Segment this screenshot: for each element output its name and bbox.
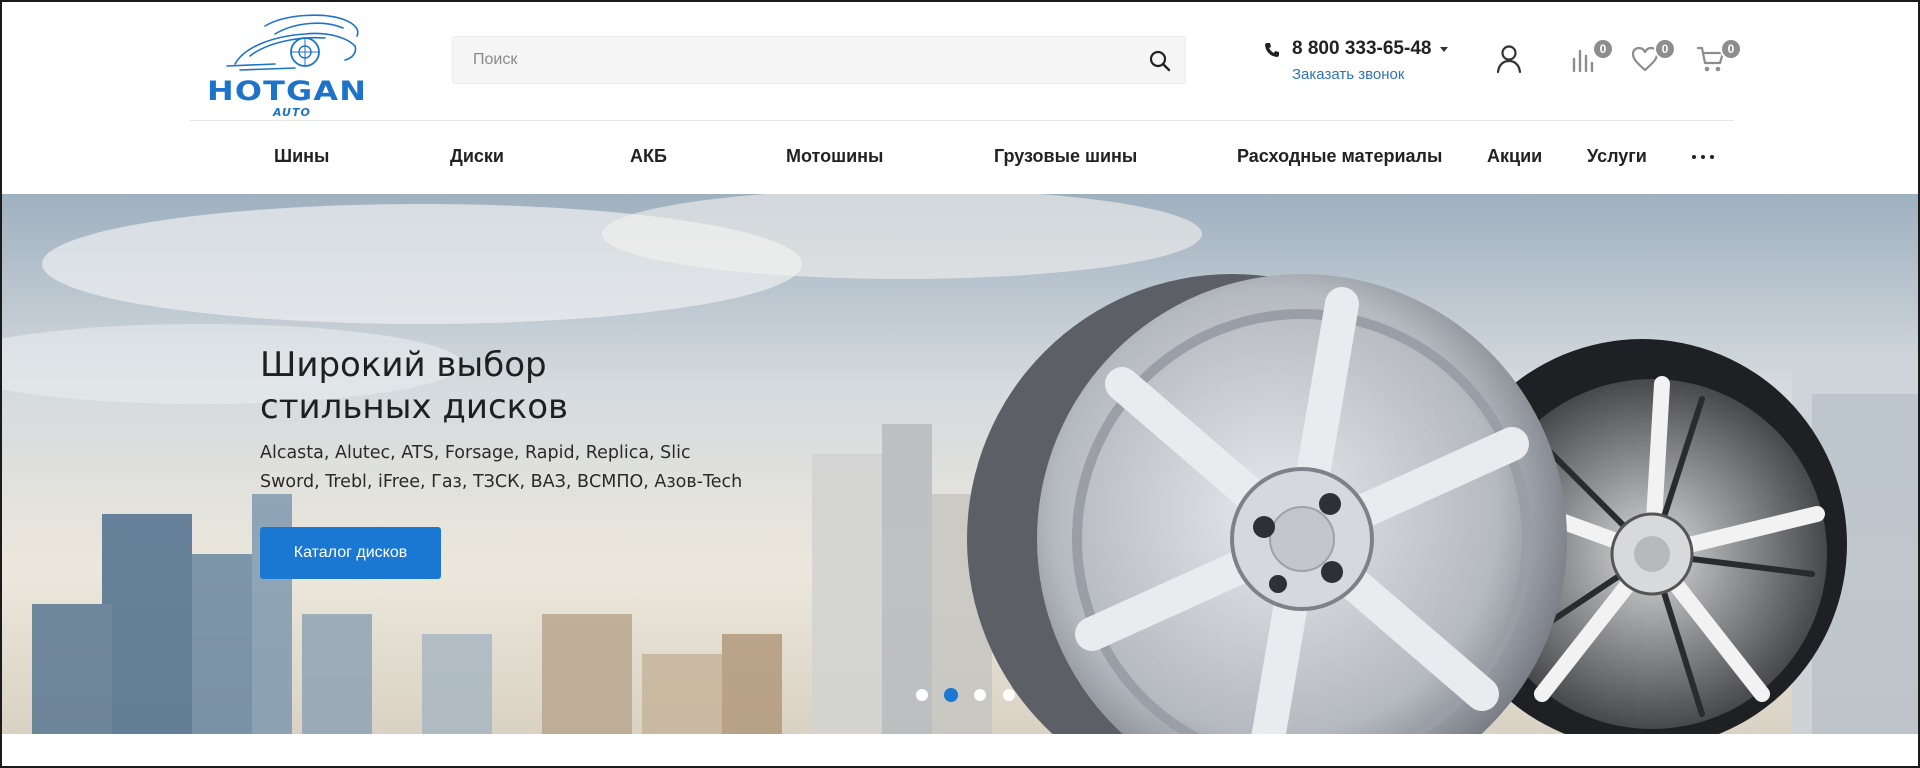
cart-button[interactable]: 0 xyxy=(1694,38,1742,76)
hero-title: Широкий выбор стильных дисков xyxy=(260,344,760,428)
nav-item-consumables[interactable]: Расходные материалы xyxy=(1237,146,1442,167)
more-dots-icon[interactable] xyxy=(1690,152,1718,162)
compare-count-badge: 0 xyxy=(1592,38,1614,60)
search-button[interactable] xyxy=(1143,44,1177,78)
hero-banner: Широкий выбор стильных дисков Alcasta, A… xyxy=(2,194,1918,734)
hero-brands-line2: Sword, Trebl, iFree, Газ, ТЗСК, ВАЗ, ВСМ… xyxy=(260,472,743,492)
search-input[interactable] xyxy=(453,37,1133,83)
logo-subtext: AUTO xyxy=(273,106,311,119)
nav-item-batteries[interactable]: АКБ xyxy=(630,146,667,167)
slider-dots xyxy=(912,687,1042,703)
account-button[interactable] xyxy=(1492,42,1526,76)
wheel-catalog-button[interactable]: Каталог дисков xyxy=(260,527,441,579)
search-icon xyxy=(1149,50,1171,72)
logo-text: HOTGAN xyxy=(207,76,368,107)
favorites-button[interactable]: 0 xyxy=(1628,38,1676,76)
nav-item-promotions[interactable]: Акции xyxy=(1487,146,1542,167)
callback-link[interactable]: Заказать звонок xyxy=(1292,66,1404,83)
phone-icon xyxy=(1265,43,1279,57)
phone-dropdown-icon[interactable] xyxy=(1440,47,1448,52)
hero-title-line1: Широкий выбор xyxy=(260,345,547,385)
main-nav: Шины Диски АКБ Мотошины Грузовые шины Ра… xyxy=(2,122,1918,194)
phone-block: 8 800 333-65-48 Заказать звонок xyxy=(1260,38,1460,88)
slider-dot-4[interactable] xyxy=(1003,689,1015,701)
logo-car-icon xyxy=(226,14,359,71)
hero-title-line2: стильных дисков xyxy=(260,387,569,427)
nav-item-tires[interactable]: Шины xyxy=(274,146,329,167)
search-box xyxy=(452,36,1186,84)
cart-count-badge: 0 xyxy=(1720,38,1742,60)
nav-item-moto-tires[interactable]: Мотошины xyxy=(786,146,883,167)
site-header: HOTGAN AUTO 8 800 333-65-48 Заказать зво… xyxy=(2,2,1918,122)
slider-dot-1[interactable] xyxy=(916,689,928,701)
hero-brand-list: Alcasta, Alutec, ATS, Forsage, Rapid, Re… xyxy=(260,439,742,497)
header-divider xyxy=(190,120,1734,121)
slider-dot-2[interactable] xyxy=(944,688,958,702)
compare-button[interactable]: 0 xyxy=(1566,38,1614,76)
nav-item-services[interactable]: Услуги xyxy=(1587,146,1647,167)
nav-item-wheels[interactable]: Диски xyxy=(450,146,504,167)
favorites-count-badge: 0 xyxy=(1654,38,1676,60)
slider-dot-3[interactable] xyxy=(974,689,986,701)
nav-item-truck-tires[interactable]: Грузовые шины xyxy=(994,146,1137,167)
logo[interactable]: HOTGAN AUTO xyxy=(205,6,385,120)
page: HOTGAN AUTO 8 800 333-65-48 Заказать зво… xyxy=(0,0,1920,768)
user-icon xyxy=(1496,45,1522,74)
hero-brands-line1: Alcasta, Alutec, ATS, Forsage, Rapid, Re… xyxy=(260,443,691,463)
phone-number[interactable]: 8 800 333-65-48 xyxy=(1292,38,1431,60)
